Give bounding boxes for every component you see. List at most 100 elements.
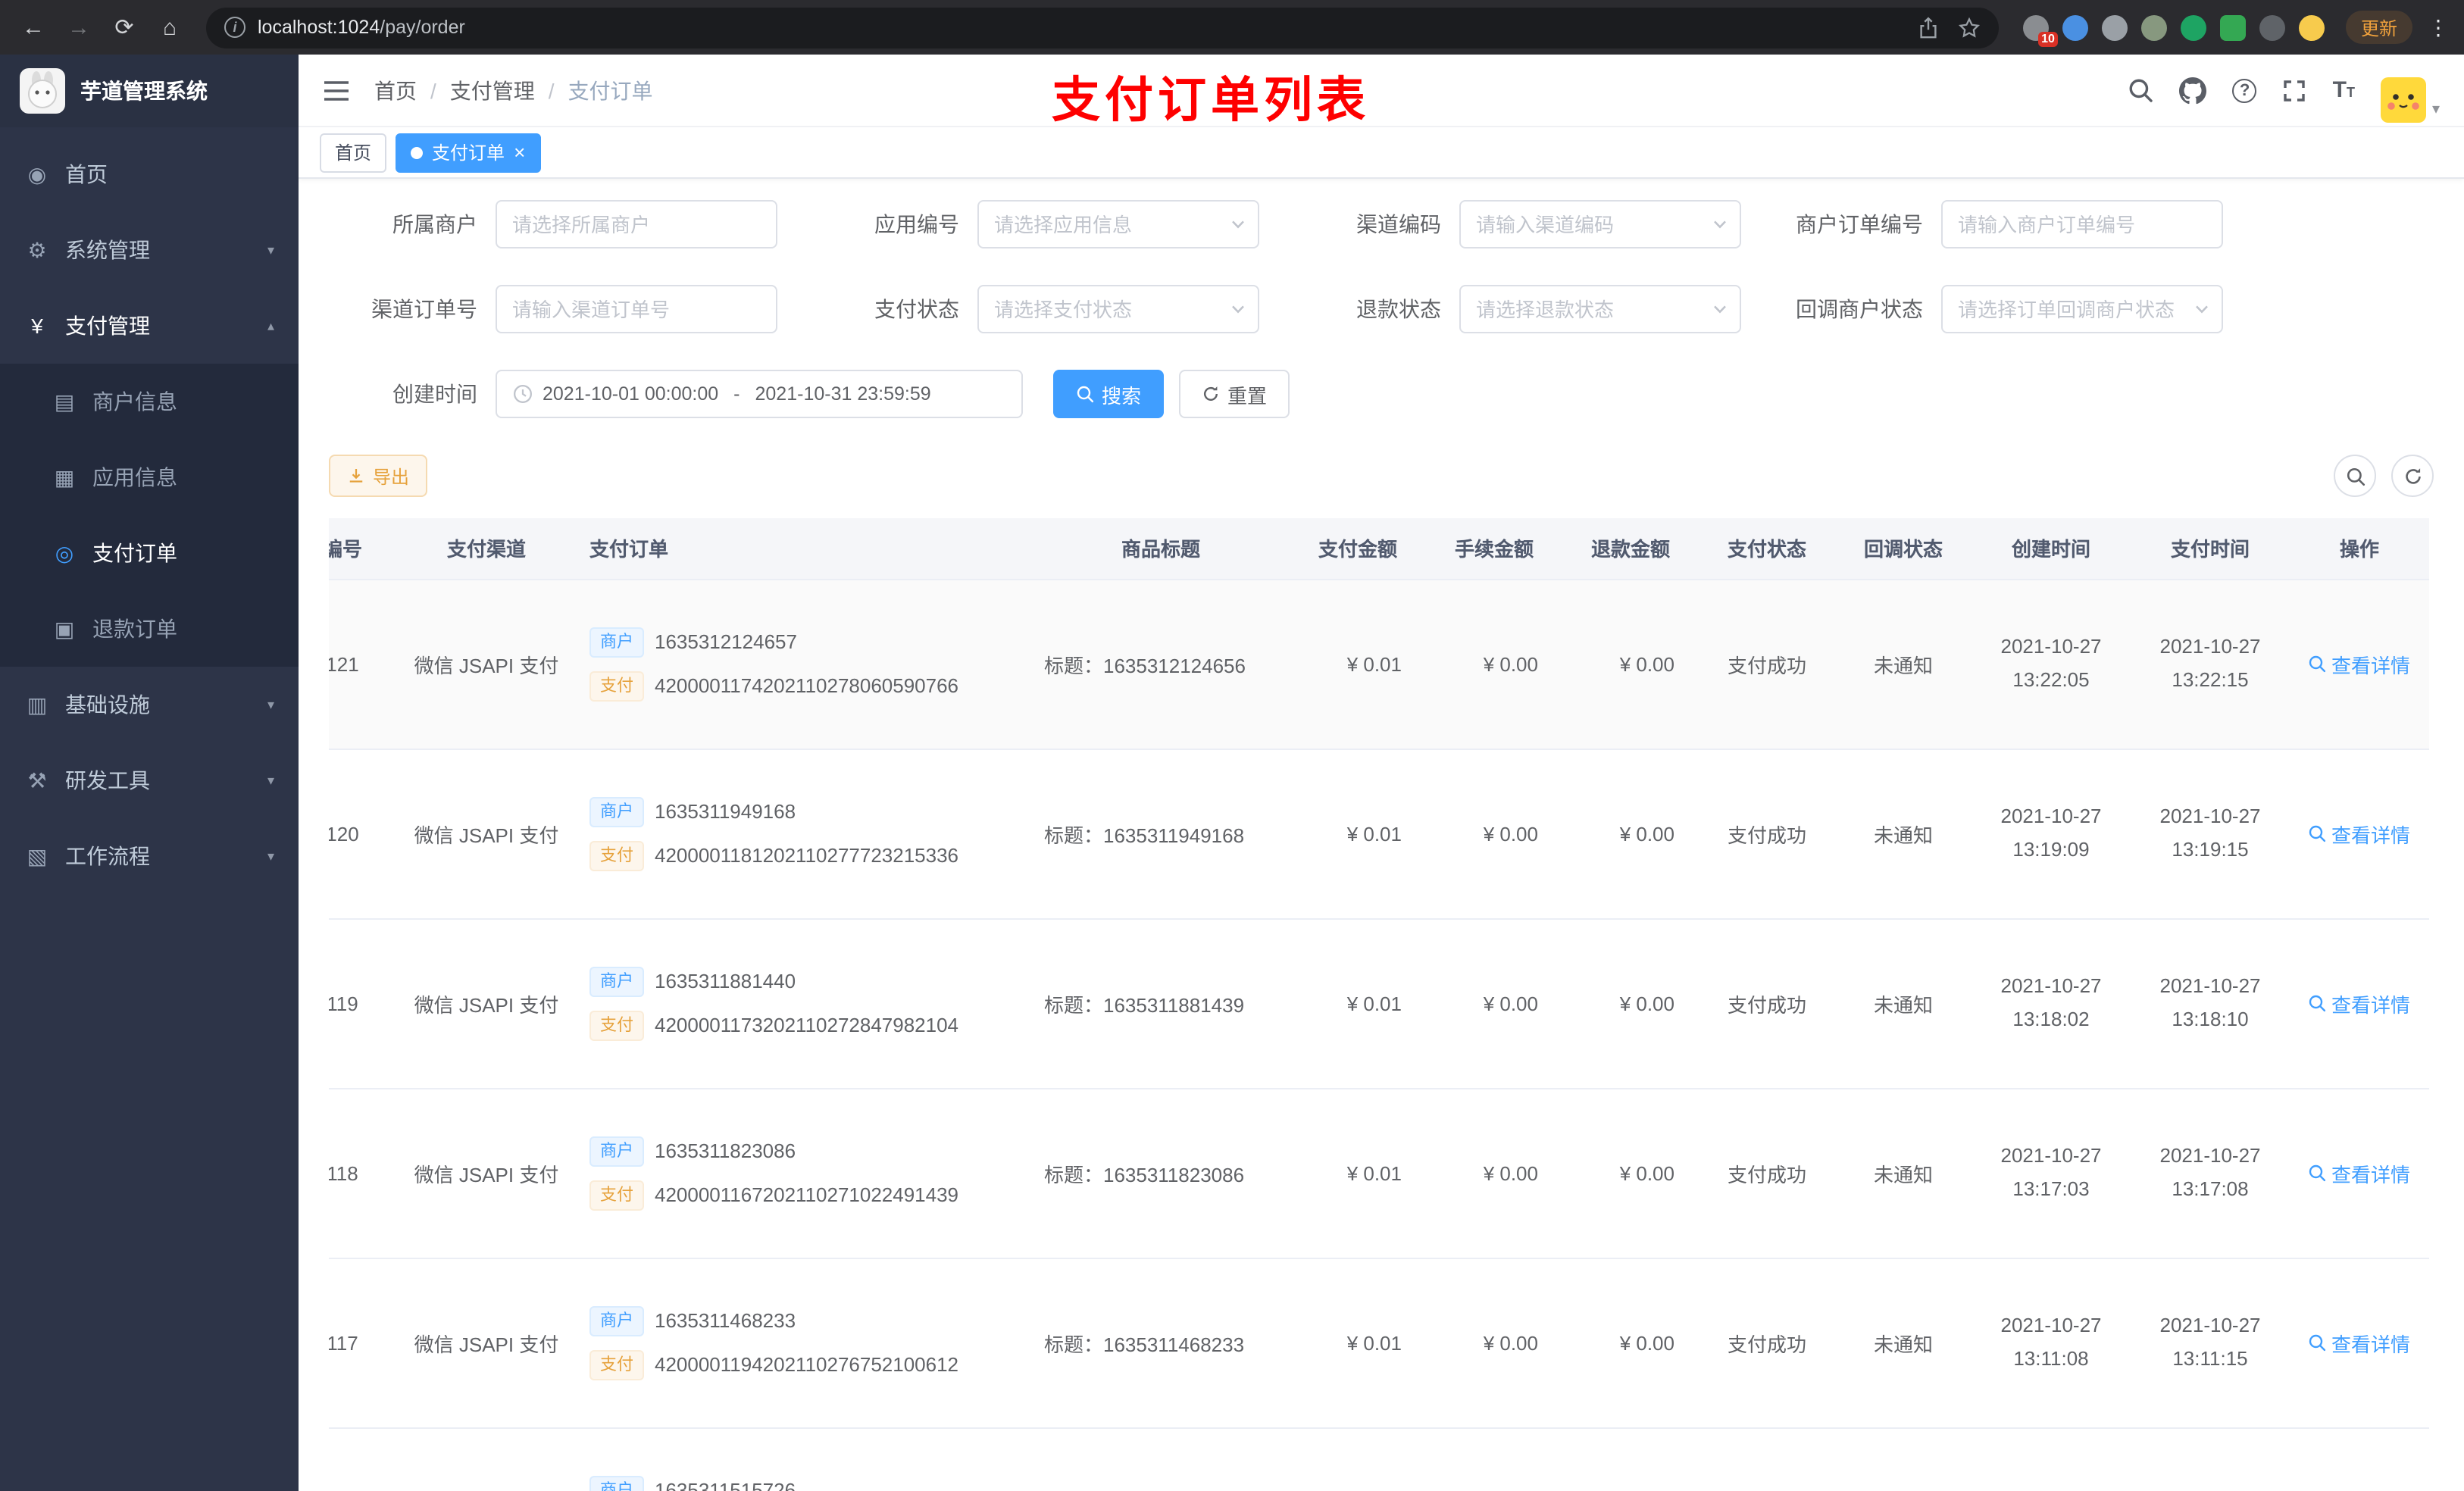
sidebar-item-pay-order[interactable]: ◎ 支付订单 xyxy=(0,515,299,591)
create-time-range-picker[interactable]: 2021-10-01 00:00:00 - 2021-10-31 23:59:5… xyxy=(496,370,1023,418)
table-header-row: 编号 支付渠道 支付订单 商品标题 支付金额 手续金额 退款金额 支付状态 回调… xyxy=(329,518,2429,580)
collapse-sidebar-icon[interactable] xyxy=(323,78,350,102)
menu-label: 退款订单 xyxy=(92,617,177,641)
refund-status-select[interactable] xyxy=(1459,285,1741,333)
share-icon[interactable] xyxy=(1917,16,1940,39)
back-button[interactable]: ← xyxy=(15,9,52,45)
refund-cell: ¥ 0.00 xyxy=(1562,918,1699,1089)
pay-time-cell: 2021-10-27 13:22:15 xyxy=(2131,579,2290,749)
pay-time-cell: 2021-10-27 13:19:15 xyxy=(2131,749,2290,919)
status-cell: 支付成功 xyxy=(1699,1258,1835,1428)
help-icon[interactable]: ? xyxy=(2232,78,2257,102)
actions-cell: 查看详情 xyxy=(2290,1088,2429,1258)
tab-pay-order[interactable]: 支付订单 × xyxy=(396,133,541,172)
record-icon: ◎ xyxy=(55,540,74,564)
app-title: 芋道管理系统 xyxy=(80,79,208,103)
field-label: 应用编号 xyxy=(874,212,959,236)
close-icon[interactable]: × xyxy=(514,142,525,162)
sidebar-item-home[interactable]: ◉ 首页 xyxy=(0,136,299,212)
merchant-select[interactable] xyxy=(496,200,777,248)
sidebar-item-refund-order[interactable]: ▣ 退款订单 xyxy=(0,591,299,667)
amount-cell: ¥ 0.01 xyxy=(1290,1088,1426,1258)
merchant-tag: 商户 xyxy=(589,1136,644,1166)
channel-cell xyxy=(396,1427,577,1491)
sidebar-item-workflow[interactable]: ▧ 工作流程 ▾ xyxy=(0,818,299,894)
magnifier-icon xyxy=(2309,1333,2327,1352)
channel-cell: 微信 JSAPI 支付 xyxy=(396,1088,577,1258)
home-button[interactable]: ⌂ xyxy=(152,9,188,45)
pay-tag: 支付 xyxy=(589,1010,644,1040)
sidebar-item-payment[interactable]: ¥ 支付管理 ▴ xyxy=(0,288,299,364)
col-id: 编号 xyxy=(329,518,396,580)
avatar[interactable] xyxy=(2380,77,2426,122)
breadcrumb-payment[interactable]: 支付管理 xyxy=(450,75,535,105)
sidebar-item-merchant-info[interactable]: ▤ 商户信息 xyxy=(0,364,299,439)
puzzle-extension-icon[interactable]: 10 xyxy=(2022,14,2058,46)
menu-label: 首页 xyxy=(65,162,108,186)
view-detail-link[interactable]: 查看详情 xyxy=(2309,989,2410,1017)
forward-button[interactable]: → xyxy=(61,9,97,45)
col-create-time: 创建时间 xyxy=(1972,518,2131,580)
profile-avatar-icon[interactable] xyxy=(2298,14,2325,40)
fee-cell: ¥ 0.00 xyxy=(1426,579,1562,749)
view-detail-link[interactable]: 查看详情 xyxy=(2309,649,2410,678)
bookmark-star-icon[interactable] xyxy=(1958,16,1981,39)
drop-extension-icon[interactable] xyxy=(2062,14,2088,40)
address-bar[interactable]: i localhost:1024/pay/order xyxy=(206,7,1999,48)
chevron-down-icon xyxy=(1711,300,1729,318)
active-dot xyxy=(411,146,424,158)
order-cell: 商户1635311515726 支付 xyxy=(577,1427,1032,1491)
logo-area[interactable]: 芋道管理系统 xyxy=(0,55,299,127)
check-extension-icon[interactable] xyxy=(2180,14,2206,40)
sidebar-item-system[interactable]: ⚙ 系统管理 ▾ xyxy=(0,212,299,288)
toggle-search-button[interactable] xyxy=(2334,455,2376,497)
view-detail-link[interactable]: 查看详情 xyxy=(2309,819,2410,848)
menu-label: 基础设施 xyxy=(65,692,150,717)
search-button[interactable]: 搜索 xyxy=(1053,370,1165,418)
create-time-cell: 2021-10-27 13:19:09 xyxy=(1972,749,2131,919)
order-cell: 商户 1635311949168 支付 4200001181202110277723… xyxy=(577,749,1032,919)
gray-extension-icon[interactable] xyxy=(2101,14,2128,40)
sidebar-item-app-info[interactable]: ▦ 应用信息 xyxy=(0,439,299,515)
col-order: 支付订单 xyxy=(577,518,1032,580)
site-info-icon[interactable]: i xyxy=(224,17,245,38)
chat-extension-icon[interactable] xyxy=(2219,14,2246,40)
channel-order-no-input[interactable] xyxy=(496,285,777,333)
sidebar-item-dev-tools[interactable]: ⚒ 研发工具 ▾ xyxy=(0,742,299,818)
app-id-select[interactable] xyxy=(977,200,1259,248)
chevron-down-icon: ▾ xyxy=(267,696,274,711)
sidebar-item-infra[interactable]: ▥ 基础设施 ▾ xyxy=(0,667,299,742)
fee-cell: ¥ 0.00 xyxy=(1426,1258,1562,1428)
refresh-table-button[interactable] xyxy=(2391,455,2434,497)
fullscreen-icon[interactable] xyxy=(2283,78,2307,102)
refund-cell: ¥ 0.00 xyxy=(1562,1258,1699,1428)
id-cell: 121 xyxy=(329,579,396,749)
view-detail-link[interactable]: 查看详情 xyxy=(2309,1158,2410,1187)
browser-menu-icon[interactable]: ⋮ xyxy=(2428,14,2449,40)
order-cell: 商户 1635311823086 支付 4200001167202110271022… xyxy=(577,1088,1032,1258)
search-icon[interactable] xyxy=(2128,77,2154,103)
github-icon[interactable] xyxy=(2180,77,2207,104)
chrome-update-button[interactable]: 更新 xyxy=(2345,11,2412,44)
reload-button[interactable]: ⟳ xyxy=(106,9,142,45)
pay-status-select[interactable] xyxy=(977,285,1259,333)
reset-button[interactable]: 重置 xyxy=(1179,370,1290,418)
title-cell xyxy=(1032,1427,1290,1491)
channel-code-select[interactable] xyxy=(1459,200,1741,248)
notify-status-select[interactable] xyxy=(1941,285,2223,333)
merchant-tag: 商户 xyxy=(589,1475,644,1491)
avatar-dropdown-icon[interactable]: ▾ xyxy=(2432,101,2440,117)
pin-extension-icon[interactable] xyxy=(2259,14,2285,40)
merchant-order-no-input[interactable] xyxy=(1941,200,2223,248)
export-button[interactable]: 导出 xyxy=(329,455,428,497)
chevron-down-icon xyxy=(1229,300,1247,318)
amount-cell: ¥ 0.01 xyxy=(1290,579,1426,749)
view-detail-link[interactable]: 查看详情 xyxy=(2309,1328,2410,1357)
tab-home[interactable]: 首页 xyxy=(320,133,387,172)
notify-cell: 未通知 xyxy=(1835,918,1972,1089)
chevron-down-icon: ▾ xyxy=(267,848,274,863)
font-size-icon[interactable]: TT xyxy=(2333,79,2355,102)
magnifier-icon xyxy=(1076,385,1094,403)
sage-extension-icon[interactable] xyxy=(2140,14,2167,40)
breadcrumb-home[interactable]: 首页 xyxy=(374,75,417,105)
